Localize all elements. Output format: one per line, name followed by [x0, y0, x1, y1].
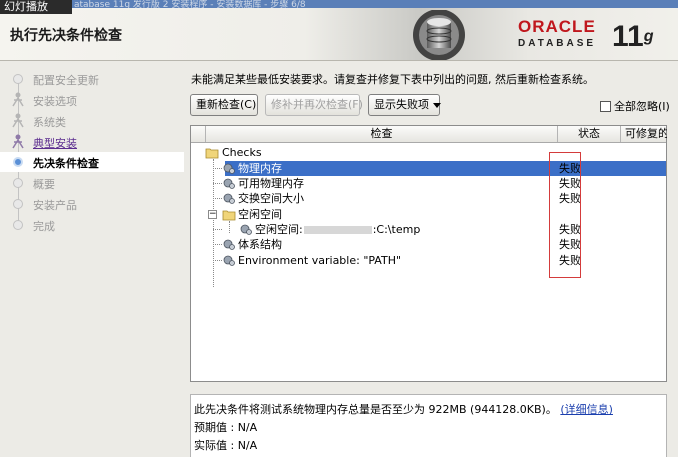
table-row-path-variable[interactable]: Environment variable: "PATH" 失败: [191, 253, 666, 268]
checkbox-box[interactable]: [600, 101, 611, 112]
step-label: 完成: [33, 220, 55, 233]
table-row-available-memory[interactable]: 可用物理内存 失败: [191, 176, 666, 191]
step-install-option: 安装选项: [0, 90, 184, 110]
row-label-prefix: 空闲空间:: [255, 223, 303, 236]
folder-icon: [205, 148, 219, 159]
row-label-suffix: :C:\temp: [372, 223, 421, 236]
row-label: 物理内存: [238, 161, 286, 176]
recheck-button[interactable]: 重新检查(C): [190, 94, 258, 116]
ignore-all-label: 全部忽略(I): [614, 100, 670, 113]
step-label: 系统类: [33, 116, 66, 129]
table-header: 检查 状态 可修复的: [191, 126, 667, 143]
folder-icon: [222, 210, 236, 221]
slideshow-overlay-label[interactable]: 幻灯播放: [0, 0, 72, 14]
main-panel: 未能满足某些最低安装要求。请复查并修复下表中列出的问题, 然后重新检查系统。 重…: [184, 62, 678, 457]
step-label: 安装选项: [33, 95, 77, 108]
window-titlebar: atabase 11g 发行版 2 安装程序 - 安装数据库 - 步骤 6/8: [0, 0, 678, 10]
intro-message: 未能满足某些最低安装要求。请复查并修复下表中列出的问题, 然后重新检查系统。: [191, 73, 594, 86]
oracle-logo: ORACLE DATABASE: [518, 17, 597, 50]
fix-and-check-button[interactable]: 修补并再次检查(F): [265, 94, 363, 116]
page-title: 执行先决条件检查: [10, 28, 122, 44]
table-row-physical-memory[interactable]: 物理内存 失败: [191, 161, 666, 176]
database-product-text: DATABASE: [518, 38, 597, 49]
column-header-check[interactable]: 检查: [206, 126, 558, 142]
step-typical-install[interactable]: 典型安装: [0, 132, 184, 152]
gear-check-icon: [223, 239, 235, 250]
step-pending-icon: [13, 199, 23, 209]
step-person-icon: [12, 92, 24, 107]
gear-check-icon: [223, 193, 235, 204]
redacted-hostname: [303, 226, 372, 234]
row-status: 失败: [559, 192, 581, 205]
expected-value: 预期值 : N/A: [194, 421, 258, 434]
details-panel: 此先决条件将测试系统物理内存总量是否至少为 922MB (944128.0KB)…: [190, 394, 667, 457]
more-details-link[interactable]: (详细信息): [560, 403, 613, 416]
step-label: 概要: [33, 178, 55, 191]
row-label: Environment variable: "PATH": [238, 254, 402, 267]
gear-check-icon: [223, 178, 235, 189]
step-label: 安装产品: [33, 199, 77, 212]
column-header-fixable[interactable]: 可修复的: [621, 126, 667, 142]
database-gear-icon: [413, 10, 465, 60]
row-status: 失败: [559, 254, 581, 267]
step-prerequisite-checks: 先决条件检查: [0, 152, 184, 172]
row-status: 失败: [559, 223, 581, 236]
version-number: 11: [612, 20, 644, 53]
step-pending-icon: [13, 220, 23, 230]
step-current-icon: [13, 157, 23, 167]
table-row-architecture[interactable]: 体系结构 失败: [191, 237, 666, 252]
step-install-product: 安装产品: [0, 194, 184, 214]
step-link-label[interactable]: 典型安装: [33, 135, 77, 151]
step-person-icon: [12, 113, 24, 128]
step-system-class: 系统类: [0, 111, 184, 131]
row-status: 失败: [559, 177, 581, 190]
step-person-icon: [12, 134, 24, 149]
gear-check-icon: [223, 163, 235, 174]
oracle-brand-text: ORACLE: [518, 17, 596, 36]
table-row-free-space-group[interactable]: − 空闲空间: [191, 207, 666, 222]
installer-banner: 执行先决条件检查 ORACLE DATABASE 11g: [0, 8, 678, 61]
step-label: 先决条件检查: [33, 157, 99, 170]
actual-value: 实际值 : N/A: [194, 439, 258, 452]
step-done-icon: [13, 74, 23, 84]
details-message: 此先决条件将测试系统物理内存总量是否至少为 922MB (944128.0KB)…: [194, 401, 613, 417]
row-label: 空闲空间: [238, 208, 282, 221]
version-logo: 11g: [612, 22, 654, 52]
version-suffix: g: [643, 28, 654, 45]
collapse-toggle-icon[interactable]: −: [208, 210, 217, 219]
table-row-checks[interactable]: Checks: [191, 145, 666, 160]
checks-table: 检查 状态 可修复的 Checks 物理内存 失败 可用物理内存 失败 交换空间…: [190, 125, 667, 382]
details-text: 此先决条件将测试系统物理内存总量是否至少为 922MB (944128.0KB)…: [194, 403, 557, 416]
row-status: 失败: [559, 238, 581, 251]
table-row-free-space-temp[interactable]: 空闲空间: :C:\temp 失败: [191, 222, 666, 237]
table-row-swap-size[interactable]: 交换空间大小 失败: [191, 191, 666, 206]
header-corner: [191, 126, 206, 142]
row-label: 可用物理内存: [238, 177, 304, 190]
gear-check-icon: [240, 224, 252, 235]
row-label: 体系结构: [238, 238, 282, 251]
step-finish: 完成: [0, 215, 184, 235]
step-security-updates: 配置安全更新: [0, 69, 184, 89]
row-label: 交换空间大小: [238, 192, 304, 205]
steps-sidebar: 配置安全更新 安装选项 系统类 典型安装 先决条件检查 概要 安装产品 完成: [0, 62, 184, 457]
column-header-status[interactable]: 状态: [558, 126, 621, 142]
row-status: 失败: [559, 162, 581, 175]
row-label: 空闲空间: :C:\temp: [255, 222, 424, 237]
show-failed-dropdown[interactable]: 显示失败项: [368, 94, 441, 116]
gear-check-icon: [223, 255, 235, 266]
chevron-down-icon: [433, 102, 441, 108]
step-pending-icon: [13, 178, 23, 188]
step-label: 配置安全更新: [33, 74, 99, 87]
show-failed-label: 显示失败项: [374, 98, 429, 111]
step-summary: 概要: [0, 173, 184, 193]
ignore-all-checkbox[interactable]: 全部忽略(I): [600, 98, 670, 114]
row-label: Checks: [222, 146, 262, 159]
